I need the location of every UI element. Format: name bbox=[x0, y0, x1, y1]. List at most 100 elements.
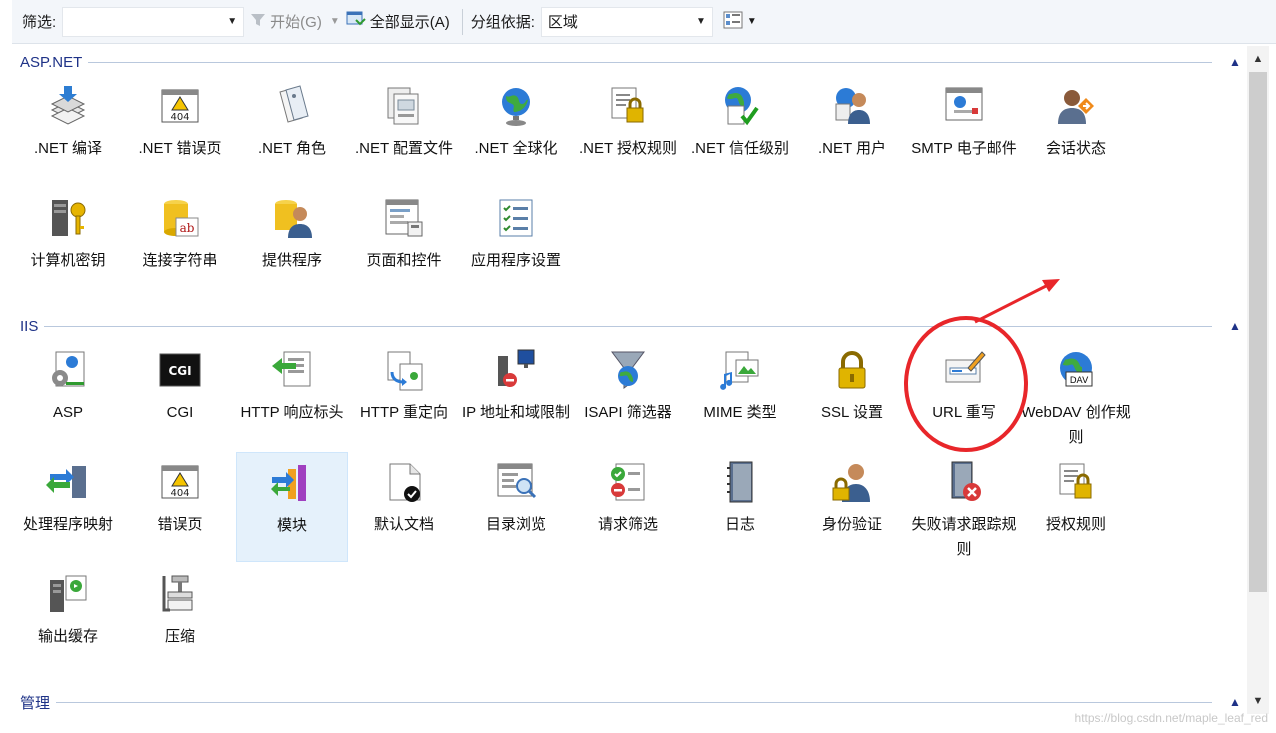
feature-net-roles[interactable]: .NET 角色 bbox=[236, 76, 348, 186]
default-document-icon bbox=[380, 458, 428, 506]
start-button-label: 开始(G) bbox=[270, 14, 322, 31]
feature-providers[interactable]: 提供程序 bbox=[236, 188, 348, 298]
providers-icon bbox=[268, 194, 316, 242]
feature-isapi-filters[interactable]: ISAPI 筛选器 bbox=[572, 340, 684, 450]
feature-asp[interactable]: ASP bbox=[12, 340, 124, 450]
http-response-headers-icon bbox=[268, 346, 316, 394]
feature-pages-controls[interactable]: 页面和控件 bbox=[348, 188, 460, 298]
start-dropdown-icon[interactable]: ▼ bbox=[330, 16, 340, 27]
modules-icon bbox=[268, 459, 316, 507]
group-title: 管理 bbox=[20, 694, 51, 712]
feature-connection-strings[interactable]: ab 连接字符串 bbox=[124, 188, 236, 298]
feature-url-rewrite[interactable]: URL 重写 bbox=[908, 340, 1020, 450]
svg-text:ab: ab bbox=[180, 221, 195, 235]
feature-output-caching[interactable]: 输出缓存 bbox=[12, 564, 124, 674]
feature-default-document[interactable]: 默认文档 bbox=[348, 452, 460, 562]
feature-directory-browsing[interactable]: 目录浏览 bbox=[460, 452, 572, 562]
collapse-icon[interactable]: ▲ bbox=[1226, 55, 1244, 69]
feature-app-settings[interactable]: 应用程序设置 bbox=[460, 188, 572, 298]
collapse-icon[interactable]: ▲ bbox=[1226, 695, 1244, 709]
handler-mappings-icon bbox=[44, 458, 92, 506]
mime-types-icon bbox=[716, 346, 764, 394]
net-roles-icon bbox=[268, 82, 316, 130]
error-pages-icon: 404 bbox=[156, 458, 204, 506]
view-grid-icon bbox=[723, 11, 743, 33]
feature-net-profile[interactable]: .NET 配置文件 bbox=[348, 76, 460, 186]
group-title: ASP.NET bbox=[20, 53, 83, 71]
feature-machine-key[interactable]: 计算机密钥 bbox=[12, 188, 124, 298]
show-all-icon bbox=[346, 11, 366, 33]
chevron-down-icon[interactable]: ▼ bbox=[696, 16, 706, 27]
feature-error-pages[interactable]: 404 错误页 bbox=[124, 452, 236, 562]
authentication-icon bbox=[828, 458, 876, 506]
feature-net-globalization[interactable]: .NET 全球化 bbox=[460, 76, 572, 186]
feature-cgi[interactable]: CGI CGI bbox=[124, 340, 236, 450]
scroll-up-icon[interactable]: ▲ bbox=[1247, 48, 1269, 70]
scrollbar-thumb[interactable] bbox=[1249, 72, 1267, 592]
funnel-icon bbox=[250, 12, 266, 32]
webdav-icon: DAV bbox=[1052, 346, 1100, 394]
output-caching-icon bbox=[44, 570, 92, 618]
svg-text:DAV: DAV bbox=[1070, 376, 1089, 386]
divider bbox=[44, 325, 1212, 327]
feature-net-trust-levels[interactable]: .NET 信任级别 bbox=[684, 76, 796, 186]
feature-webdav[interactable]: DAV WebDAV 创作规则 bbox=[1020, 340, 1132, 450]
divider bbox=[56, 701, 1212, 703]
net-trust-level-icon bbox=[716, 82, 764, 130]
url-rewrite-icon bbox=[940, 346, 988, 394]
feature-net-error-pages[interactable]: 404 .NET 错误页 bbox=[124, 76, 236, 186]
net-globalization-icon bbox=[492, 82, 540, 130]
feature-failed-request-tracing[interactable]: 失败请求跟踪规则 bbox=[908, 452, 1020, 562]
feature-net-authorization-rules[interactable]: .NET 授权规则 bbox=[572, 76, 684, 186]
feature-session-state[interactable]: 会话状态 bbox=[1020, 76, 1132, 186]
toolbar: 筛选: ▼ 开始(G) ▼ 全部显示(A) 分组依据: 区域 ▼ ▼ bbox=[12, 0, 1276, 44]
chevron-down-icon[interactable]: ▼ bbox=[227, 16, 237, 27]
feature-view: ASP.NET ▲ .NET 编译 404 .NET 错误页 .NET 角色 .… bbox=[12, 46, 1244, 714]
feature-authorization-rules[interactable]: 授权规则 bbox=[1020, 452, 1132, 562]
feature-handler-mappings[interactable]: 处理程序映射 bbox=[12, 452, 124, 562]
feature-compression[interactable]: 压缩 bbox=[124, 564, 236, 674]
start-button[interactable]: 开始(G) bbox=[244, 11, 328, 32]
net-error-page-icon: 404 bbox=[156, 82, 204, 130]
view-button[interactable]: ▼ bbox=[717, 11, 763, 33]
feature-net-compile[interactable]: .NET 编译 bbox=[12, 76, 124, 186]
net-profile-icon bbox=[380, 82, 428, 130]
group-header-management[interactable]: 管理 ▲ bbox=[12, 690, 1244, 714]
group-by-combobox[interactable]: 区域 ▼ bbox=[540, 6, 713, 37]
collapse-icon[interactable]: ▲ bbox=[1226, 319, 1244, 333]
feature-modules[interactable]: 模块 bbox=[236, 452, 348, 562]
pages-controls-icon bbox=[380, 194, 428, 242]
vertical-scrollbar[interactable]: ▲ ▼ bbox=[1247, 46, 1269, 714]
compression-icon bbox=[156, 570, 204, 618]
view-dropdown-icon[interactable]: ▼ bbox=[747, 16, 757, 27]
feature-mime-types[interactable]: MIME 类型 bbox=[684, 340, 796, 450]
authorization-rules-icon bbox=[1052, 458, 1100, 506]
feature-logging[interactable]: 日志 bbox=[684, 452, 796, 562]
asp-icon bbox=[44, 346, 92, 394]
net-users-icon bbox=[828, 82, 876, 130]
feature-net-users[interactable]: .NET 用户 bbox=[796, 76, 908, 186]
svg-text:404: 404 bbox=[170, 112, 189, 123]
feature-http-redirect[interactable]: HTTP 重定向 bbox=[348, 340, 460, 450]
feature-ssl-settings[interactable]: SSL 设置 bbox=[796, 340, 908, 450]
net-compile-icon bbox=[44, 82, 92, 130]
cgi-icon: CGI bbox=[156, 346, 204, 394]
feature-smtp-email[interactable]: SMTP 电子邮件 bbox=[908, 76, 1020, 186]
group-header-aspnet[interactable]: ASP.NET ▲ bbox=[12, 50, 1244, 74]
request-filtering-icon bbox=[604, 458, 652, 506]
filter-combobox[interactable]: ▼ bbox=[62, 6, 245, 37]
ip-domain-restrictions-icon bbox=[492, 346, 540, 394]
group-by-label: 分组依据: bbox=[470, 14, 535, 31]
feature-http-response-headers[interactable]: HTTP 响应标头 bbox=[236, 340, 348, 450]
svg-text:404: 404 bbox=[170, 488, 189, 499]
group-header-iis[interactable]: IIS ▲ bbox=[12, 314, 1244, 338]
filter-label: 筛选: bbox=[22, 14, 57, 31]
machine-key-icon bbox=[44, 194, 92, 242]
scroll-down-icon[interactable]: ▼ bbox=[1247, 690, 1269, 712]
feature-request-filtering[interactable]: 请求筛选 bbox=[572, 452, 684, 562]
connection-strings-icon: ab bbox=[156, 194, 204, 242]
feature-ip-domain-restrictions[interactable]: IP 地址和域限制 bbox=[460, 340, 572, 450]
show-all-button[interactable]: 全部显示(A) bbox=[340, 11, 456, 33]
feature-authentication[interactable]: 身份验证 bbox=[796, 452, 908, 562]
watermark: https://blog.csdn.net/maple_leaf_red bbox=[1074, 711, 1268, 725]
